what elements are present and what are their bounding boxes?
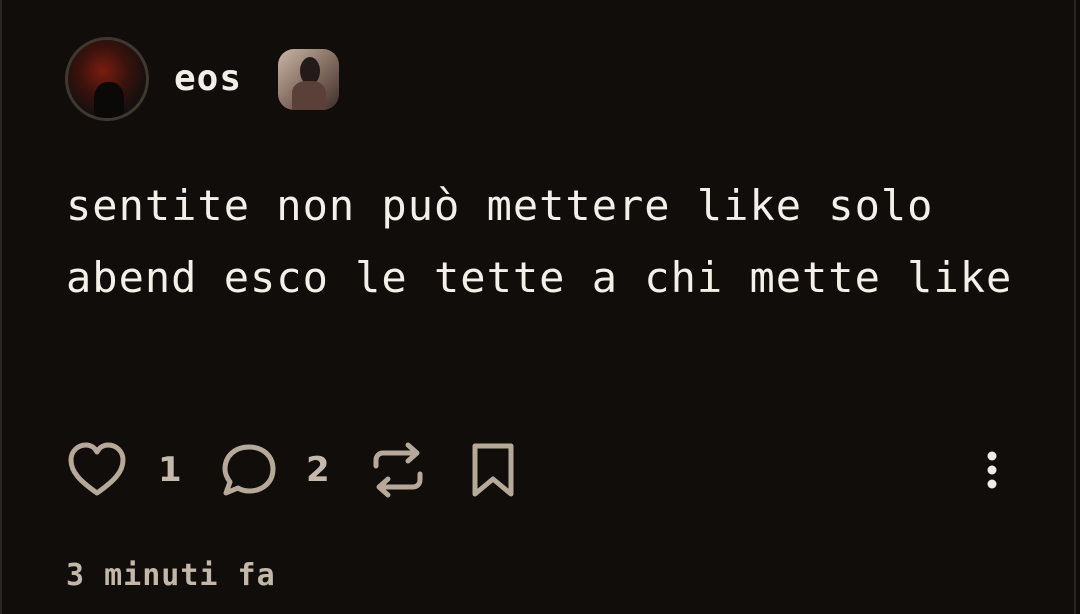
comment-icon <box>222 444 276 496</box>
comment-count: 2 <box>306 450 330 490</box>
bookmark-icon <box>472 443 514 497</box>
more-options-button[interactable] <box>978 438 1006 502</box>
repost-icon <box>373 442 423 498</box>
post-timestamp: 3 minuti fa <box>66 558 276 593</box>
author-badge-image[interactable] <box>278 49 339 110</box>
post-text: sentite non può mettere like solo abend … <box>66 181 1013 302</box>
more-vertical-icon <box>987 451 997 489</box>
author-avatar[interactable] <box>65 37 149 121</box>
like-button[interactable]: 1 <box>66 438 182 502</box>
post-actions: 1 2 <box>66 438 1026 502</box>
bookmark-button[interactable] <box>466 438 520 502</box>
heart-icon <box>68 442 126 496</box>
repost-button[interactable] <box>370 438 426 502</box>
like-count: 1 <box>158 450 182 490</box>
post-card: eos sentite non può mettere like solo ab… <box>0 0 1076 614</box>
comment-button[interactable]: 2 <box>220 438 330 502</box>
author-name[interactable]: eos <box>174 58 242 99</box>
